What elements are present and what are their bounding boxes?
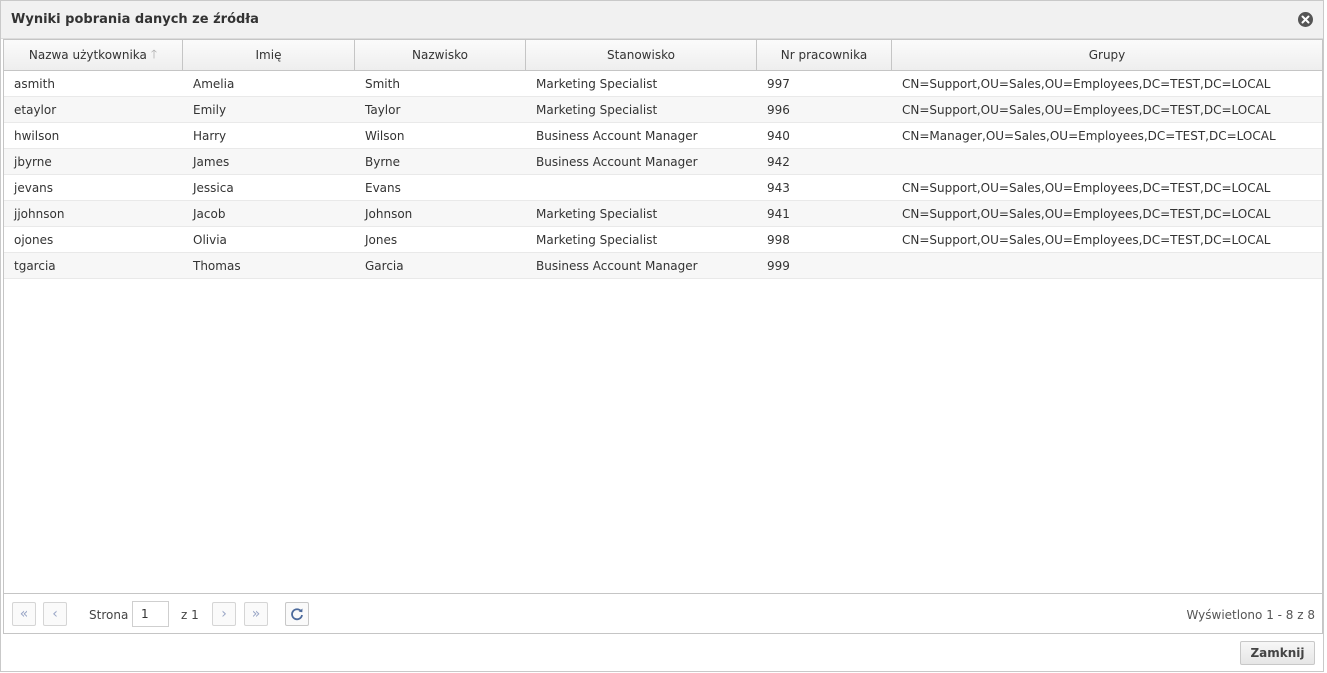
grid-body: asmith Amelia Smith Marketing Specialist… xyxy=(4,71,1322,279)
cell-last-name: Wilson xyxy=(365,128,405,143)
cell-last-name: Evans xyxy=(365,180,401,195)
cell-employee-number: 940 xyxy=(767,128,790,143)
cell-first-name: Jessica xyxy=(193,180,234,195)
column-header-label: Nazwa użytkownika xyxy=(28,48,147,62)
cell-position: Business Account Manager xyxy=(536,258,698,273)
refresh-icon[interactable] xyxy=(285,602,309,626)
cell-last-name: Garcia xyxy=(365,258,404,273)
cell-username: etaylor xyxy=(14,102,57,117)
dialog-titlebar: Wyniki pobrania danych ze źródła xyxy=(1,1,1323,39)
cell-last-name: Jones xyxy=(365,232,398,247)
chevron-left-icon[interactable]: ‹ xyxy=(43,602,67,626)
cell-groups: CN=Support,OU=Sales,OU=Employees,DC=TEST… xyxy=(902,206,1271,221)
cell-groups: CN=Support,OU=Sales,OU=Employees,DC=TEST… xyxy=(902,102,1271,117)
page-label: Strona xyxy=(89,608,129,622)
cell-last-name: Johnson xyxy=(365,206,413,221)
cell-position: Marketing Specialist xyxy=(536,102,658,117)
dialog-title: Wyniki pobrania danych ze źródła xyxy=(11,12,259,27)
grid-header: Nazwa użytkownika 🡑 Imię Nazwisko Stanow… xyxy=(4,40,1322,71)
cell-employee-number: 998 xyxy=(767,232,790,247)
cell-username: asmith xyxy=(14,76,55,91)
column-header-groups[interactable]: Grupy xyxy=(892,40,1322,70)
cell-position: Business Account Manager xyxy=(536,154,698,169)
cell-first-name: Emily xyxy=(193,102,227,117)
cell-employee-number: 997 xyxy=(767,76,790,91)
cell-position: Marketing Specialist xyxy=(536,206,658,221)
cell-employee-number: 942 xyxy=(767,154,790,169)
column-header-employee-number[interactable]: Nr pracownika xyxy=(757,40,892,70)
column-header-label: Stanowisko xyxy=(607,48,675,62)
column-header-label: Imię xyxy=(255,48,282,62)
close-icon[interactable] xyxy=(1298,12,1313,27)
cell-employee-number: 996 xyxy=(767,102,790,117)
page-number-input[interactable] xyxy=(132,601,169,627)
cell-groups xyxy=(892,253,1322,278)
cell-position xyxy=(526,175,757,200)
double-chevron-right-icon[interactable]: » xyxy=(244,602,268,626)
table-row[interactable]: etaylor Emily Taylor Marketing Specialis… xyxy=(4,97,1322,123)
results-dialog: Wyniki pobrania danych ze źródła Nazwa u… xyxy=(0,0,1324,672)
cell-employee-number: 943 xyxy=(767,180,790,195)
cell-username: tgarcia xyxy=(14,258,56,273)
cell-position: Marketing Specialist xyxy=(536,232,658,247)
table-row[interactable]: ojones Olivia Jones Marketing Specialist… xyxy=(4,227,1322,253)
cell-position: Business Account Manager xyxy=(536,128,698,143)
cell-groups: CN=Manager,OU=Sales,OU=Employees,DC=TEST… xyxy=(902,128,1276,143)
column-header-position[interactable]: Stanowisko xyxy=(526,40,757,70)
cell-last-name: Taylor xyxy=(365,102,401,117)
cell-position: Marketing Specialist xyxy=(536,76,658,91)
cell-groups xyxy=(892,149,1322,174)
cell-username: jevans xyxy=(14,180,54,195)
table-row[interactable]: jbyrne James Byrne Business Account Mana… xyxy=(4,149,1322,175)
paging-info: Wyświetlono 1 - 8 z 8 xyxy=(1186,608,1315,622)
cell-last-name: Byrne xyxy=(365,154,401,169)
chevron-right-icon[interactable]: › xyxy=(212,602,236,626)
cell-groups: CN=Support,OU=Sales,OU=Employees,DC=TEST… xyxy=(902,76,1271,91)
table-row[interactable]: tgarcia Thomas Garcia Business Account M… xyxy=(4,253,1322,279)
column-header-last-name[interactable]: Nazwisko xyxy=(355,40,526,70)
cell-username: ojones xyxy=(14,232,54,247)
cell-username: jjohnson xyxy=(14,206,65,221)
cell-first-name: Amelia xyxy=(193,76,235,91)
cell-employee-number: 941 xyxy=(767,206,790,221)
cell-last-name: Smith xyxy=(365,76,400,91)
table-row[interactable]: jjohnson Jacob Johnson Marketing Special… xyxy=(4,201,1322,227)
cell-groups: CN=Support,OU=Sales,OU=Employees,DC=TEST… xyxy=(902,180,1271,195)
column-header-label: Grupy xyxy=(1088,48,1126,62)
sort-ascending-icon: 🡑 xyxy=(150,46,158,61)
page-count-label: z 1 xyxy=(181,608,199,622)
table-row[interactable]: asmith Amelia Smith Marketing Specialist… xyxy=(4,71,1322,97)
cell-first-name: Thomas xyxy=(193,258,241,273)
column-header-username[interactable]: Nazwa użytkownika 🡑 xyxy=(4,40,183,70)
cell-username: hwilson xyxy=(14,128,60,143)
column-header-label: Nr pracownika xyxy=(780,48,868,62)
pager: « ‹ Strona z 1 › » Wyświetlono 1 - 8 z 8 xyxy=(4,593,1322,633)
cell-first-name: Jacob xyxy=(193,206,226,221)
column-header-first-name[interactable]: Imię xyxy=(183,40,355,70)
column-header-label: Nazwisko xyxy=(412,48,468,62)
table-row[interactable]: jevans Jessica Evans 943 CN=Support,OU=S… xyxy=(4,175,1322,201)
cell-employee-number: 999 xyxy=(767,258,790,273)
cell-username: jbyrne xyxy=(14,154,52,169)
cell-groups: CN=Support,OU=Sales,OU=Employees,DC=TEST… xyxy=(902,232,1271,247)
cell-first-name: James xyxy=(193,154,230,169)
cell-first-name: Harry xyxy=(193,128,227,143)
close-button[interactable]: Zamknij xyxy=(1240,641,1315,665)
table-row[interactable]: hwilson Harry Wilson Business Account Ma… xyxy=(4,123,1322,149)
results-grid: Nazwa użytkownika 🡑 Imię Nazwisko Stanow… xyxy=(3,39,1323,634)
double-chevron-left-icon[interactable]: « xyxy=(12,602,36,626)
cell-first-name: Olivia xyxy=(193,232,227,247)
